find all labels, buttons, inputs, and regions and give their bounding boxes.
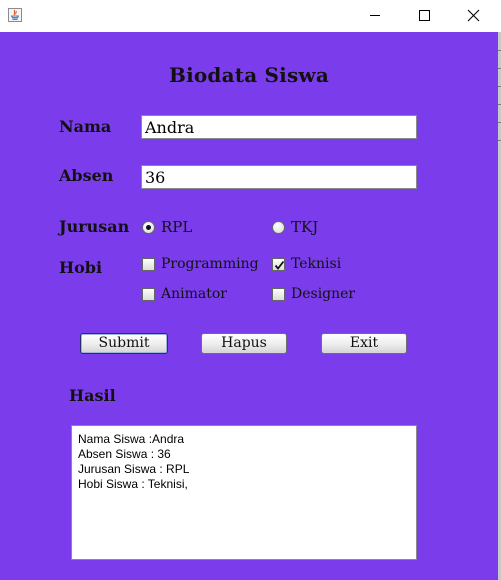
submit-button[interactable]: Submit <box>80 333 168 354</box>
hasil-label: Hasil <box>69 386 116 405</box>
result-line: Nama Siswa :Andra <box>78 432 185 446</box>
absen-label: Absen <box>59 166 114 185</box>
checkbox-designer-label[interactable]: Designer <box>291 286 355 302</box>
result-line: Hobi Siswa : Teknisi, <box>78 477 188 491</box>
nama-field[interactable]: Andra <box>141 115 417 139</box>
close-button[interactable] <box>450 0 496 32</box>
checkbox-programming-label[interactable]: Programming <box>161 256 259 272</box>
jurusan-label: Jurusan <box>59 217 130 236</box>
java-app-icon <box>7 7 23 23</box>
minimize-icon <box>370 15 380 16</box>
hapus-button[interactable]: Hapus <box>201 333 287 354</box>
absen-field[interactable]: 36 <box>141 165 417 189</box>
form-title: Biodata Siswa <box>168 63 330 87</box>
radio-tkj-label[interactable]: TKJ <box>291 218 318 236</box>
checkbox-teknisi-label[interactable]: Teknisi <box>291 256 341 272</box>
checkbox-teknisi[interactable] <box>272 258 285 271</box>
checkbox-programming[interactable] <box>142 258 155 271</box>
checkbox-designer[interactable] <box>272 288 285 301</box>
maximize-button[interactable] <box>401 0 447 32</box>
radio-rpl-label[interactable]: RPL <box>161 218 192 236</box>
result-textarea[interactable]: Nama Siswa :Andra Absen Siswa : 36 Jurus… <box>71 425 417 560</box>
checkmark-icon <box>274 260 285 270</box>
result-line: Absen Siswa : 36 <box>78 447 171 461</box>
radio-selected-dot <box>146 225 151 230</box>
minimize-button[interactable] <box>352 0 398 32</box>
exit-button[interactable]: Exit <box>321 333 407 354</box>
result-line: Jurusan Siswa : RPL <box>78 462 190 476</box>
form-panel: Biodata Siswa Nama Andra Absen 36 Jurusa… <box>0 32 498 580</box>
radio-tkj[interactable] <box>272 221 285 234</box>
close-icon <box>467 9 480 22</box>
maximize-icon <box>419 10 430 21</box>
checkbox-animator[interactable] <box>142 288 155 301</box>
nama-label: Nama <box>59 117 112 136</box>
hobi-label: Hobi <box>59 258 103 277</box>
radio-rpl[interactable] <box>142 221 155 234</box>
title-bar <box>0 0 501 32</box>
checkbox-animator-label[interactable]: Animator <box>161 286 227 302</box>
